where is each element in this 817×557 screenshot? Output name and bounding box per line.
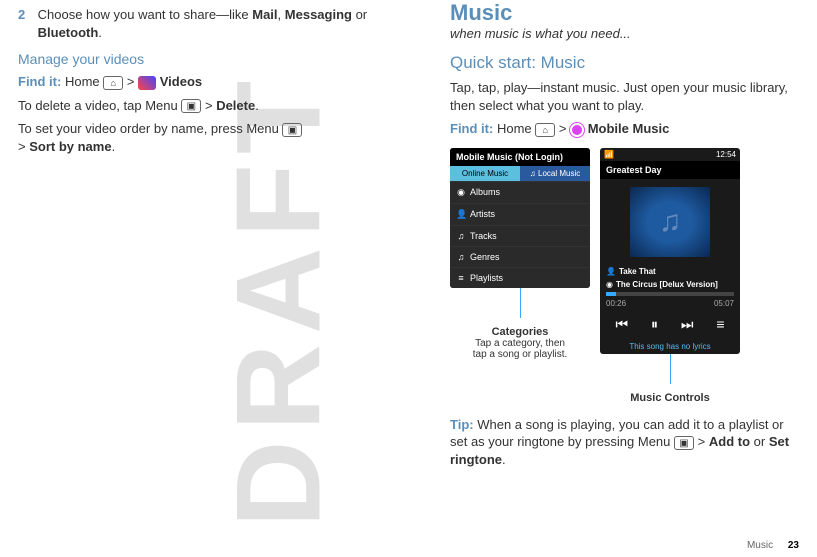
albums-icon: ◉ — [456, 187, 466, 198]
step-text: Choose how you want to share—like Mail, … — [38, 6, 388, 41]
page-number: 23 — [788, 540, 799, 551]
prev-button[interactable]: ⏮ — [615, 316, 628, 333]
connector-line-2 — [670, 354, 671, 384]
connector-line-1 — [520, 288, 521, 318]
quick-start-heading: Quick start: Music — [450, 53, 800, 73]
music-app-icon — [570, 123, 584, 137]
list-button[interactable]: ≡ — [716, 316, 724, 333]
step-2-line: 2 Choose how you want to share—like Mail… — [18, 6, 398, 41]
person-icon: 👤 — [606, 267, 616, 276]
status-bar: 📶 12:54 — [600, 148, 740, 161]
signal-icon: 📶 — [604, 150, 614, 159]
album-art: ♫ — [630, 187, 710, 257]
screenshots-row: Mobile Music (Not Login) Online Music ♫ … — [450, 148, 800, 404]
quick-intro: Tap, tap, play—instant music. Just open … — [450, 79, 800, 114]
phone1-body: ◉Albums 👤Artists ♫Tracks ♫Genres ≡Playli… — [450, 181, 590, 288]
tip-paragraph: Tip: When a song is playing, you can add… — [450, 416, 800, 469]
phone1-tabs: Online Music ♫ Local Music — [450, 166, 590, 181]
pause-button[interactable]: ⏸ — [651, 316, 658, 333]
category-genres[interactable]: ♫Genres — [450, 246, 590, 267]
menu-icon — [674, 436, 694, 450]
tab-local-music[interactable]: ♫ Local Music — [520, 166, 590, 181]
progress-bar[interactable] — [606, 292, 734, 296]
phone-player: 📶 12:54 Greatest Day ♫ 👤Take That ◉The C… — [600, 148, 740, 354]
findit-videos: Find it: Home > Videos — [18, 73, 398, 91]
menu-icon — [282, 123, 302, 137]
time-elapsed: 00:26 — [606, 299, 626, 308]
page-footer: Music 23 — [747, 540, 799, 551]
playlists-icon: ≡ — [456, 273, 466, 283]
findit-label: Find it: — [18, 74, 61, 89]
time-total: 05:07 — [714, 299, 734, 308]
left-column: 2 Choose how you want to share—like Mail… — [18, 0, 398, 161]
music-controls-callout: Music Controls — [600, 392, 740, 404]
album-row: ◉The Circus [Delux Version] — [600, 278, 740, 291]
next-button[interactable]: ⏭ — [681, 316, 694, 333]
category-albums[interactable]: ◉Albums — [450, 181, 590, 203]
music-tagline: when music is what you need... — [450, 26, 800, 41]
now-playing-title: Greatest Day — [600, 161, 740, 179]
phone-2-wrap: 📶 12:54 Greatest Day ♫ 👤Take That ◉The C… — [600, 148, 740, 404]
sort-line: To set your video order by name, press M… — [18, 120, 398, 155]
disc-icon: ◉ — [606, 280, 613, 289]
phone1-header: Mobile Music (Not Login) — [450, 148, 590, 166]
lyrics-line: This song has no lyrics — [600, 339, 740, 354]
artist-row: 👤Take That — [600, 265, 740, 278]
phone-1-wrap: Mobile Music (Not Login) Online Music ♫ … — [450, 148, 590, 404]
findit-music: Find it: Home > Mobile Music — [450, 120, 800, 138]
videos-icon — [138, 76, 156, 90]
home-icon — [103, 76, 123, 90]
videos-label: Videos — [160, 74, 202, 89]
artists-icon: 👤 — [456, 209, 466, 220]
categories-callout: Categories Tap a category, then tap a so… — [450, 326, 590, 360]
findit-label: Find it: — [450, 121, 493, 136]
delete-line: To delete a video, tap Menu > Delete. — [18, 97, 398, 115]
category-playlists[interactable]: ≡Playlists — [450, 267, 590, 288]
player-controls: ⏮ ⏸ ⏭ ≡ — [600, 310, 740, 339]
phone-library: Mobile Music (Not Login) Online Music ♫ … — [450, 148, 590, 288]
right-column: Music when music is what you need... Qui… — [450, 0, 800, 474]
home-icon — [535, 123, 555, 137]
step-number: 2 — [18, 6, 34, 24]
mobile-music-label: Mobile Music — [588, 121, 670, 136]
footer-section: Music — [747, 540, 773, 551]
tracks-icon: ♫ — [456, 231, 466, 241]
menu-icon — [181, 99, 201, 113]
category-tracks[interactable]: ♫Tracks — [450, 225, 590, 246]
category-artists[interactable]: 👤Artists — [450, 203, 590, 225]
tab-online-music[interactable]: Online Music — [450, 166, 520, 181]
music-title: Music — [450, 0, 800, 26]
genres-icon: ♫ — [456, 252, 466, 262]
progress-times: 00:26 05:07 — [600, 297, 740, 310]
manage-videos-heading: Manage your videos — [18, 51, 398, 67]
tip-label: Tip: — [450, 417, 474, 432]
clock-time: 12:54 — [716, 150, 736, 159]
